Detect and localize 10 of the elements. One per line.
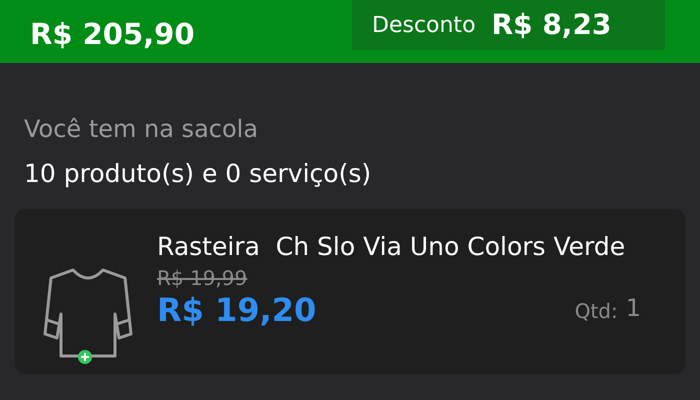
discount-value: R$ 8,23 (492, 7, 612, 43)
bag-summary: 10 produto(s) e 0 serviço(s) (24, 158, 372, 190)
quantity-label: Qtd: (574, 298, 618, 325)
product-name: Rasteira Ch Slo Via Uno Colors Verde (157, 230, 626, 262)
bag-label: Você tem na sacola (24, 114, 260, 145)
product-price: R$ 19,20 (157, 294, 316, 326)
total-price: R$ 205,90 (30, 16, 195, 49)
old-price: R$ 19,99 (157, 266, 248, 290)
quantity-value: 1 (626, 292, 641, 324)
discount-label: Desconto (372, 12, 476, 40)
